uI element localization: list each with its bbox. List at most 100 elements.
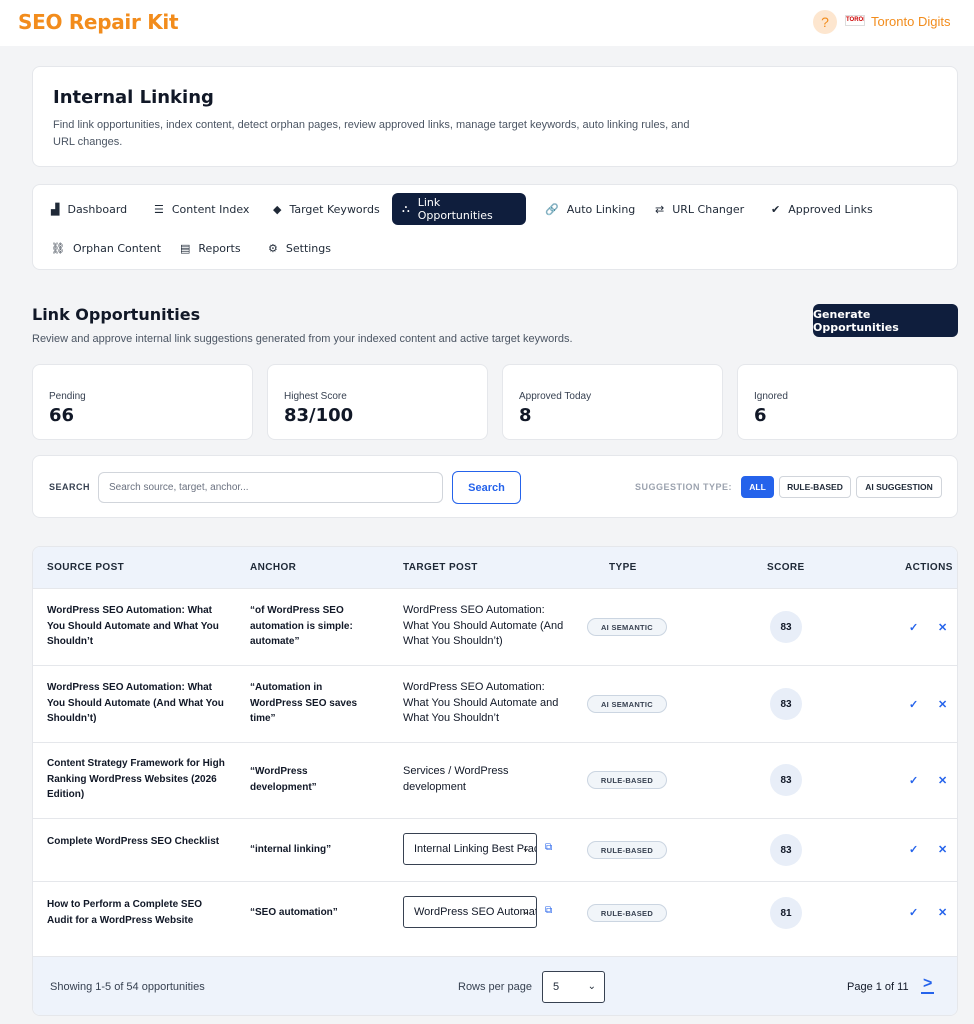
help-icon[interactable]: ?	[813, 10, 837, 34]
source-post[interactable]: WordPress SEO Automation: What You Shoul…	[47, 680, 227, 727]
tab-approved-links[interactable]: ✔ Approved Links	[761, 193, 883, 225]
approve-icon[interactable]: ✓	[909, 774, 918, 787]
stat-value: 83/100	[284, 405, 354, 426]
company-logo: TORONTO DIGITS	[845, 15, 865, 26]
reject-icon[interactable]: ✕	[938, 906, 947, 919]
tab-url-changer[interactable]: ⇄ URL Changer	[645, 193, 754, 225]
target-post[interactable]: Services / WordPress development	[403, 764, 568, 795]
column-header: SCORE	[767, 562, 805, 573]
app-title: SEO Repair Kit	[18, 10, 179, 34]
table-row: Content Strategy Framework for High Rank…	[33, 742, 957, 818]
approve-icon[interactable]: ✓	[909, 843, 918, 856]
stat-card-highest-score: Highest Score 83/100	[267, 364, 488, 440]
chevron-down-icon: ⌄	[521, 843, 530, 854]
rows-per-page-label: Rows per page	[458, 981, 532, 993]
results-count: Showing 1-5 of 54 opportunities	[50, 981, 205, 993]
approve-icon[interactable]: ✓	[909, 906, 918, 919]
page-description: Find link opportunities, index content, …	[53, 119, 690, 148]
anchor-text: “internal linking”	[250, 844, 332, 855]
selected-target: WordPress SEO Automation	[414, 906, 537, 918]
next-page-icon[interactable]: >	[921, 976, 935, 994]
reject-icon[interactable]: ✕	[938, 698, 947, 711]
score-badge: 83	[770, 834, 802, 866]
anchor-text: “Automation in WordPress SEO saves time”	[250, 682, 358, 724]
tab-label: Approved Links	[788, 202, 873, 216]
table-row: WordPress SEO Automation: What You Shoul…	[33, 588, 957, 665]
stat-label: Highest Score	[284, 391, 347, 402]
tab-content-index[interactable]: ☰ Content Index	[144, 193, 259, 225]
source-post[interactable]: How to Perform a Complete SEO Audit for …	[47, 897, 227, 928]
table-row: WordPress SEO Automation: What You Shoul…	[33, 665, 957, 742]
link-icon: 🔗	[545, 202, 559, 216]
type-badge: RULE-BASED	[587, 771, 667, 789]
stat-card-ignored: Ignored 6	[737, 364, 958, 440]
target-post-select[interactable]: Internal Linking Best Practices⌄	[403, 833, 537, 865]
tab-settings[interactable]: ⚙ Settings	[258, 232, 341, 264]
target-post[interactable]: WordPress SEO Automation: What You Shoul…	[403, 603, 568, 650]
rows-per-page-value: 5	[553, 981, 560, 993]
tab-auto-linking[interactable]: 🔗 Auto Linking	[535, 193, 645, 225]
source-post[interactable]: Complete WordPress SEO Checklist	[47, 834, 227, 850]
tab-dashboard[interactable]: ▟ Dashboard	[41, 193, 137, 225]
column-header: TYPE	[609, 562, 637, 573]
tab-target-keywords[interactable]: ◆ Target Keywords	[263, 193, 390, 225]
column-header: ANCHOR	[250, 562, 297, 573]
generate-opportunities-button[interactable]: Generate Opportunities	[813, 304, 958, 337]
suggestion-type-label: SUGGESTION TYPE:	[635, 482, 733, 492]
search-label: SEARCH	[49, 482, 91, 492]
stat-card-pending: Pending 66	[32, 364, 253, 440]
tab-label: Reports	[198, 241, 241, 255]
filter-all[interactable]: ALL	[741, 476, 774, 498]
chevron-down-icon: ⌄	[521, 906, 530, 917]
target-post-select[interactable]: WordPress SEO Automation⌄	[403, 896, 537, 928]
score-badge: 81	[770, 897, 802, 929]
selected-target: Internal Linking Best Practices	[414, 843, 536, 855]
filter-rule-based[interactable]: RULE-BASED	[779, 476, 851, 498]
search-panel: SEARCH Search SUGGESTION TYPE: ALL RULE-…	[32, 455, 958, 518]
sitemap-icon: ⛬	[402, 202, 410, 215]
opportunities-table: SOURCE POST ANCHOR TARGET POST TYPE SCOR…	[32, 546, 958, 1016]
stat-label: Pending	[49, 391, 86, 402]
type-badge: AI SEMANTIC	[587, 695, 667, 713]
source-post[interactable]: Content Strategy Framework for High Rank…	[47, 756, 227, 803]
filter-ai-suggestion[interactable]: AI SUGGESTION	[856, 476, 942, 498]
tab-link-opportunities[interactable]: ⛬ Link Opportunities	[392, 193, 526, 225]
unlink-icon: ⛓	[51, 241, 65, 255]
score-badge: 83	[770, 764, 802, 796]
search-button[interactable]: Search	[452, 471, 521, 504]
reject-icon[interactable]: ✕	[938, 774, 947, 787]
type-badge: AI SEMANTIC	[587, 618, 667, 636]
search-input[interactable]	[98, 472, 443, 503]
column-header: ACTIONS	[905, 562, 953, 573]
target-post[interactable]: WordPress SEO Automation: What You Shoul…	[403, 680, 568, 727]
source-post[interactable]: WordPress SEO Automation: What You Shoul…	[47, 603, 227, 650]
tab-label: Target Keywords	[289, 202, 380, 216]
approve-icon[interactable]: ✓	[909, 621, 918, 634]
anchor-text: “of WordPress SEO automation is simple: …	[250, 605, 353, 647]
reject-icon[interactable]: ✕	[938, 843, 947, 856]
stat-label: Approved Today	[519, 391, 592, 402]
section-title: Link Opportunities	[32, 305, 201, 324]
table-header: SOURCE POST ANCHOR TARGET POST TYPE SCOR…	[33, 547, 957, 588]
tab-label: Link Opportunities	[417, 196, 493, 222]
rows-per-page-select[interactable]: 5 ⌄	[542, 971, 605, 1003]
external-link-icon[interactable]: ⧉	[545, 842, 552, 853]
page-header-card: Internal Linking Find link opportunities…	[32, 66, 958, 167]
stat-value: 66	[49, 405, 75, 426]
check-circle-icon: ✔	[771, 202, 781, 216]
shuffle-icon: ⇄	[655, 202, 665, 216]
score-badge: 83	[770, 688, 802, 720]
tab-label: Content Index	[171, 202, 250, 216]
tab-orphan-content[interactable]: ⛓ Orphan Content	[41, 232, 171, 264]
anchor-text: “SEO automation”	[250, 907, 338, 918]
column-header: TARGET POST	[403, 562, 478, 573]
company-name[interactable]: Toronto Digits	[871, 14, 950, 29]
chart-icon: ▟	[51, 202, 60, 216]
reject-icon[interactable]: ✕	[938, 621, 947, 634]
approve-icon[interactable]: ✓	[909, 698, 918, 711]
stat-card-approved-today: Approved Today 8	[502, 364, 723, 440]
tab-reports[interactable]: ▤ Reports	[170, 232, 251, 264]
table-footer: Showing 1-5 of 54 opportunities Rows per…	[33, 956, 957, 1015]
page-title: Internal Linking	[53, 87, 214, 108]
external-link-icon[interactable]: ⧉	[545, 905, 552, 916]
